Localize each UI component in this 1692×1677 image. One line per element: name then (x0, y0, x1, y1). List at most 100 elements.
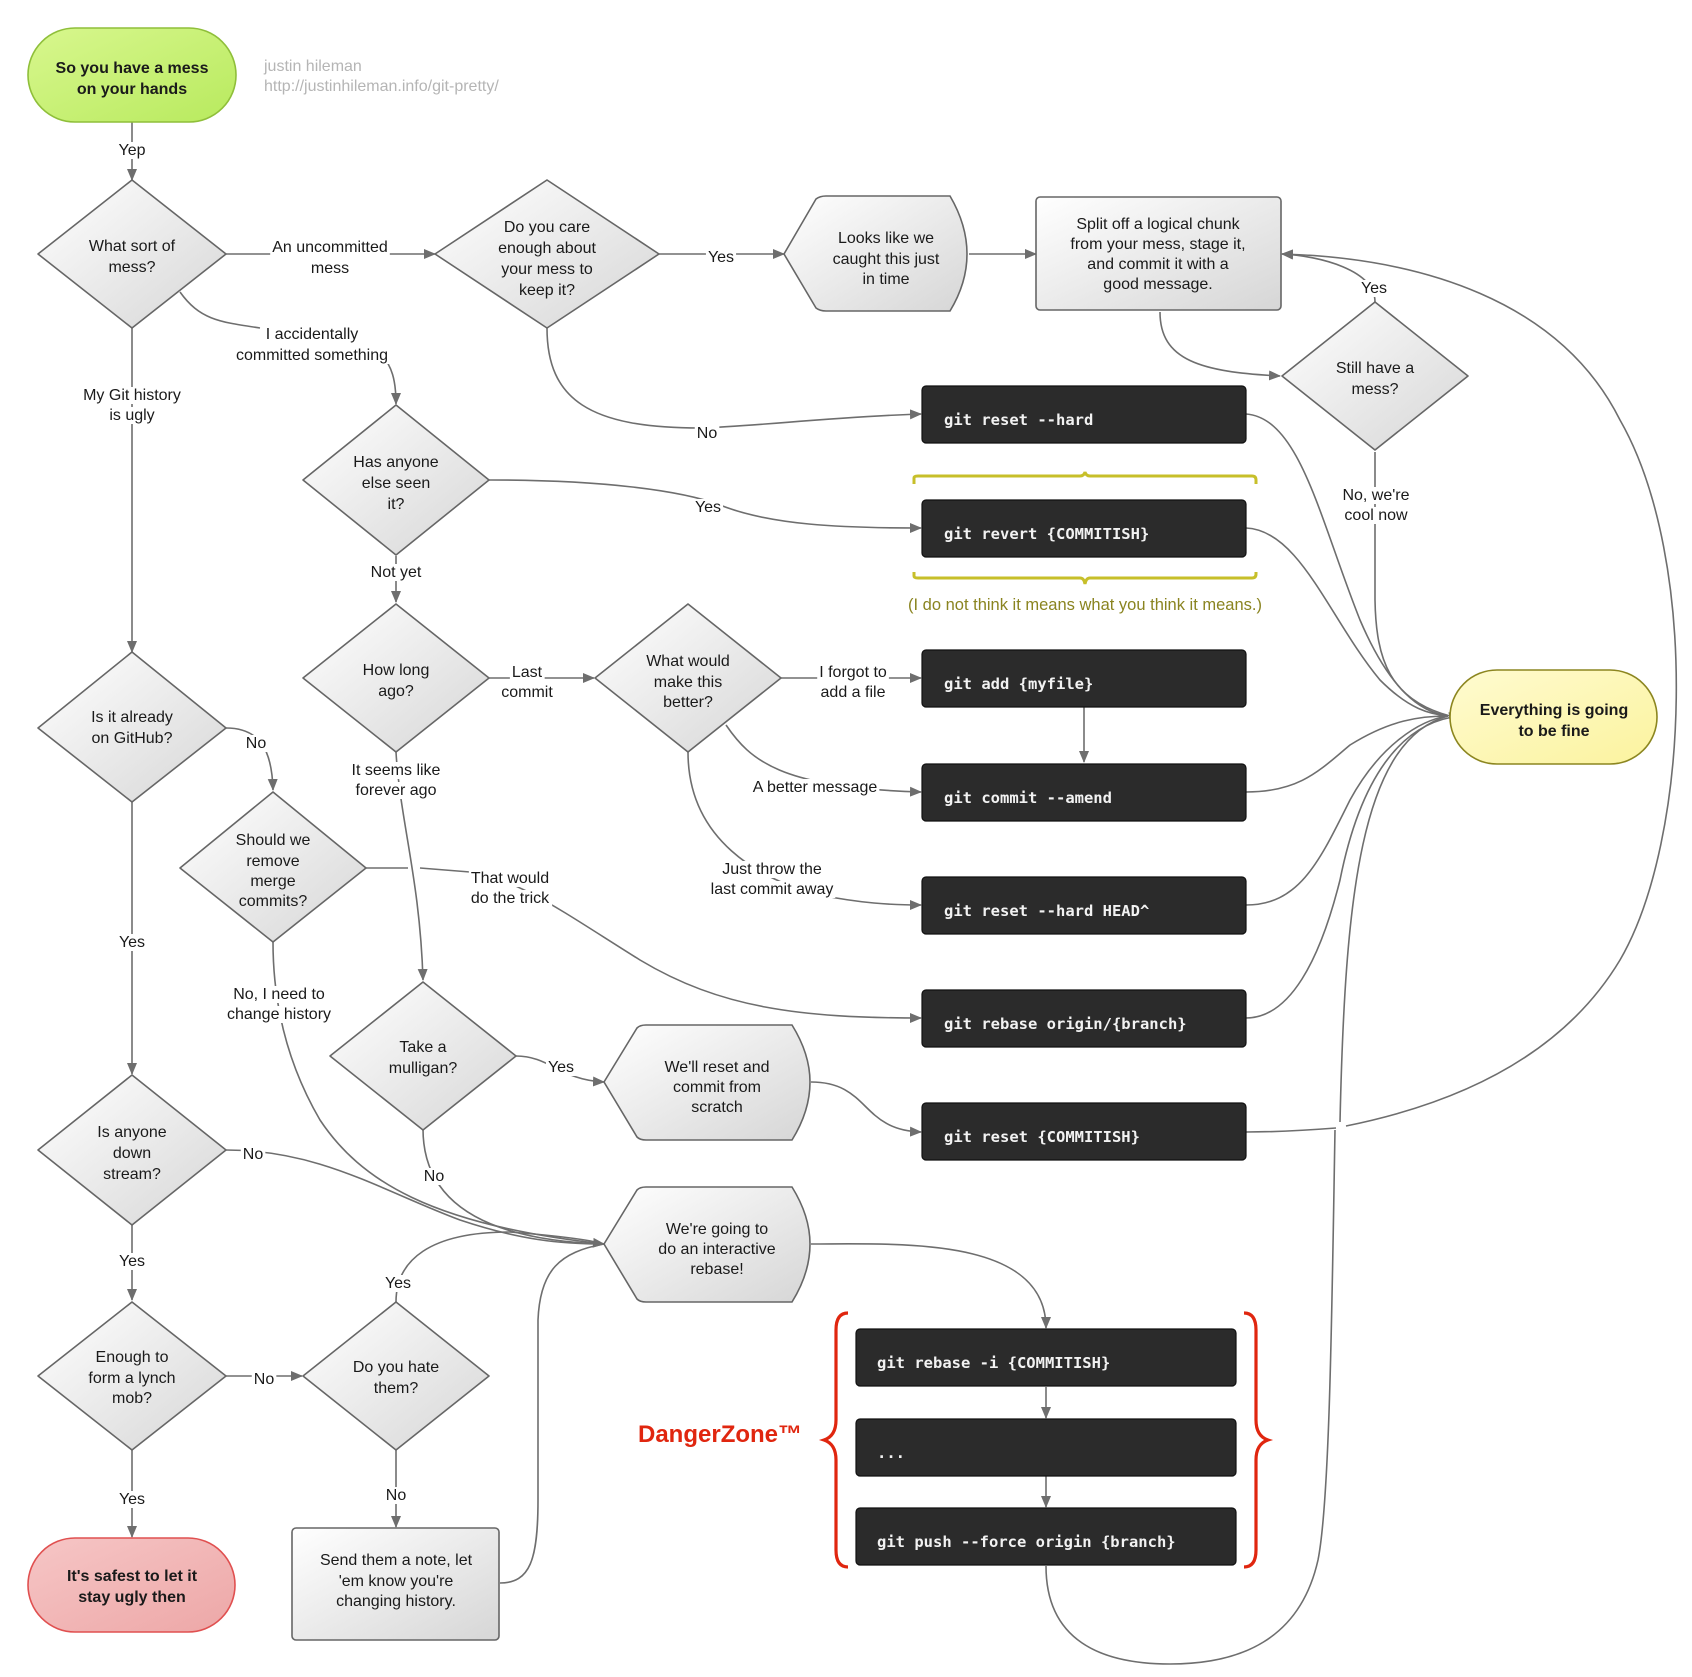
downstream-text-1: Is anyone (97, 1124, 166, 1141)
command-add[interactable]: git add {myfile} (921, 649, 1247, 708)
what-sort-text-2: mess? (108, 259, 155, 276)
label-change-history-1: No, I need to (233, 986, 325, 1003)
command-revert[interactable]: git revert {COMMITISH} (921, 499, 1247, 558)
split-text-2: from your mess, stage it, (1070, 236, 1245, 253)
fine-text-1: Everything is going (1480, 702, 1628, 719)
decision-anyone-seen: Has anyone else seen it? (302, 404, 490, 556)
better-text-3: better? (663, 694, 713, 711)
note-text-1: Send them a note, let (320, 1552, 473, 1569)
label-last-commit-2: commit (501, 684, 553, 701)
decision-mulligan: Take a mulligan? (329, 981, 517, 1131)
command-text: git commit --amend (944, 789, 1112, 807)
decision-lynch-mob: Enough to form a lynch mob? (37, 1301, 227, 1451)
edge-resetscratch-commitish (810, 1081, 922, 1137)
command-ellipsis[interactable]: ... (855, 1418, 1237, 1477)
edge-care-reset (546, 327, 922, 429)
danger-brace-right (1243, 1311, 1274, 1569)
github-text-1: Is it already (91, 709, 173, 726)
command-text: git reset {COMMITISH} (944, 1128, 1140, 1146)
caution-brace-bottom (912, 572, 1258, 585)
split-text-4: good message. (1103, 276, 1212, 293)
howlong-text-2: ago? (378, 683, 414, 700)
note-text-3: changing history. (336, 1593, 456, 1610)
edge-remove-rebaseorigin (366, 867, 921, 1018)
command-rebase-interactive[interactable]: git rebase -i {COMMITISH} (855, 1328, 1237, 1387)
caught-text-2: caught this just (833, 251, 940, 268)
command-push-force[interactable]: git push --force origin {branch} (855, 1507, 1237, 1566)
edge-interactive-rebasei (810, 1243, 1051, 1329)
label-github-yes: Yes (119, 934, 145, 951)
label-last-commit-1: Last (512, 664, 543, 681)
label-throw-away-2: last commit away (711, 881, 834, 898)
decision-what-sort: What sort of mess? (37, 179, 227, 329)
decision-hate-them: Do you hate them? (302, 1301, 490, 1451)
author-name: justin hileman (263, 58, 362, 75)
end-stay-ugly: It's safest to let it stay ugly then (27, 1537, 236, 1633)
split-text-3: and commit it with a (1087, 256, 1228, 273)
scratch-text-2: commit from (673, 1079, 761, 1096)
edge-revert-fine (1245, 527, 1449, 717)
label-better-message: A better message (753, 779, 878, 796)
edge-downstream-interactive (225, 1149, 605, 1245)
label-not-yet: Not yet (371, 564, 422, 581)
label-do-trick-2: do the trick (471, 890, 550, 907)
seen-text-1: Has anyone (353, 454, 438, 471)
command-reset-head[interactable]: git reset --hard HEAD^ (921, 876, 1247, 935)
label-downstream-no: No (243, 1146, 264, 1163)
interactive-text-3: rebase! (690, 1261, 743, 1278)
command-text: git revert {COMMITISH} (944, 525, 1149, 543)
end-everything-fine: Everything is going to be fine (1449, 669, 1658, 765)
label-git-history-2: is ugly (109, 407, 154, 424)
label-accidentally-1: I accidentally (266, 326, 359, 343)
danger-brace-left (818, 1311, 849, 1569)
author-url[interactable]: http://justinhileman.info/git-pretty/ (264, 78, 499, 95)
label-forgot-file-2: add a file (821, 684, 886, 701)
still-text-1: Still have a (1336, 360, 1414, 377)
interactive-text-1: We're going to (666, 1221, 768, 1238)
fine-text-2: to be fine (1518, 723, 1589, 740)
label-hate-yes: Yes (385, 1275, 411, 1292)
care-text-3: your mess to (501, 261, 593, 278)
label-accidentally-2: committed something (236, 347, 388, 364)
command-reset-commitish[interactable]: git reset {COMMITISH} (921, 1102, 1247, 1161)
ugly-text-1: It's safest to let it (67, 1568, 198, 1585)
label-still-yes: Yes (1361, 280, 1387, 297)
scratch-text-3: scratch (691, 1099, 743, 1116)
interactive-text-2: do an interactive (658, 1241, 776, 1258)
label-lynch-yes: Yes (119, 1491, 145, 1508)
danger-zone-label: DangerZone™ (638, 1421, 802, 1448)
command-reset-hard[interactable]: git reset --hard (921, 385, 1247, 444)
decision-care-enough: Do you care enough about your mess to ke… (434, 179, 660, 329)
process-caught-in-time: Looks like we caught this just in time (783, 195, 968, 312)
label-git-history-1: My Git history (83, 387, 181, 404)
command-amend[interactable]: git commit --amend (921, 763, 1247, 822)
command-text: ... (877, 1444, 905, 1462)
command-rebase-origin[interactable]: git rebase origin/{branch} (921, 989, 1247, 1048)
decision-remove-merge: Should we remove merge commits? (179, 791, 367, 943)
hate-text-1: Do you hate (353, 1359, 439, 1376)
better-text-2: make this (654, 674, 722, 691)
label-lynch-no: No (254, 1371, 275, 1388)
merge-text-3: merge (250, 873, 295, 890)
mulligan-text-2: mulligan? (389, 1060, 458, 1077)
label-seen-yes: Yes (695, 499, 721, 516)
edge-mulligan-interactive (422, 1128, 605, 1245)
github-text-2: on GitHub? (92, 730, 173, 747)
note-text-2: 'em know you're (339, 1573, 454, 1590)
decision-what-better: What would make this better? (594, 603, 782, 753)
lynch-text-1: Enough to (96, 1349, 169, 1366)
label-change-history-2: change history (227, 1006, 331, 1023)
merge-text-2: remove (246, 853, 299, 870)
decision-how-long: How long ago? (302, 603, 490, 753)
label-care-yes: Yes (708, 249, 734, 266)
start-node: So you have a mess on your hands (27, 27, 237, 123)
lynch-text-2: form a lynch (88, 1370, 175, 1387)
care-text-2: enough about (498, 240, 596, 257)
label-hate-no: No (386, 1487, 407, 1504)
command-text: git add {myfile} (944, 675, 1093, 693)
label-yep: Yep (119, 142, 146, 159)
label-github-no: No (246, 735, 267, 752)
command-text: git reset --hard HEAD^ (944, 902, 1149, 920)
ugly-text-2: stay ugly then (78, 1589, 186, 1606)
caught-text-3: in time (862, 271, 909, 288)
